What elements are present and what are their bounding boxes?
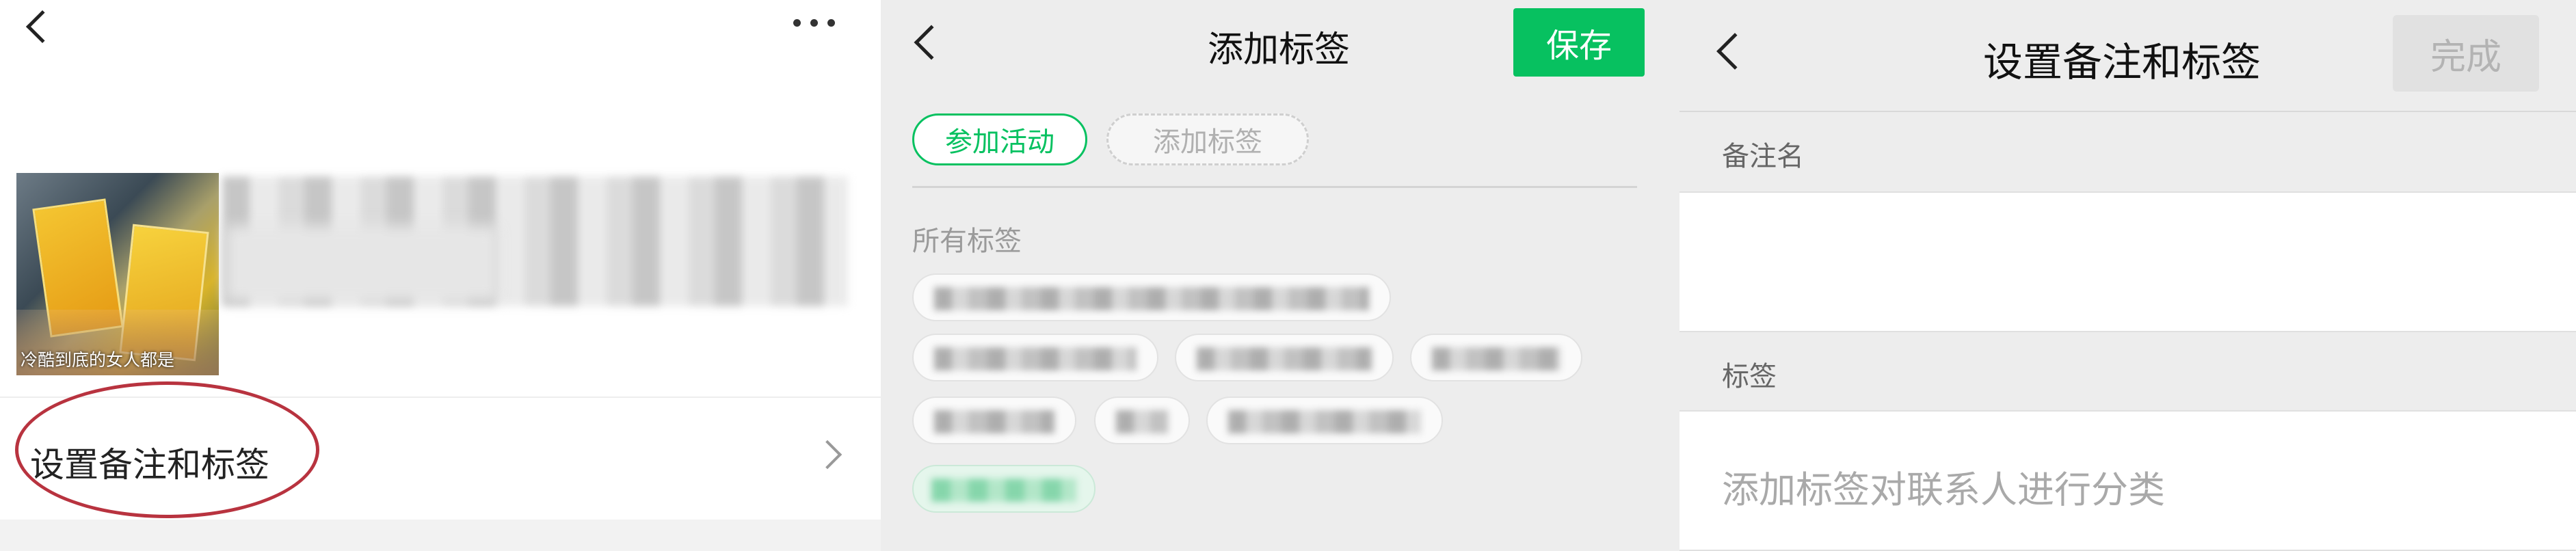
screenshot-stage: 冷酷到底的女人都是 设置备注和标签 添加标签 保存 参加活动 添加标签 所有标签… xyxy=(0,0,2576,551)
page-title: 设置备注和标签 xyxy=(1983,39,2261,85)
section-divider xyxy=(0,520,881,551)
done-button[interactable]: 完成 xyxy=(2393,15,2539,92)
dot xyxy=(810,19,818,27)
blurred-tag-chip[interactable] xyxy=(912,334,1158,381)
contact-profile-panel: 冷酷到底的女人都是 设置备注和标签 xyxy=(0,0,881,551)
add-tag-input[interactable]: 添加标签 xyxy=(1106,113,1309,165)
tags-field[interactable]: 添加标签对联系人进行分类 xyxy=(1679,410,2576,551)
dot xyxy=(827,19,835,27)
dot xyxy=(793,19,801,27)
back-chevron-icon[interactable] xyxy=(25,10,59,44)
highlight-circle-annotation xyxy=(15,381,319,518)
blurred-tag-chip[interactable] xyxy=(912,397,1076,444)
blurred-tag-chip[interactable] xyxy=(1206,397,1443,444)
more-dots-icon[interactable] xyxy=(793,19,835,27)
blurred-tag-chip[interactable] xyxy=(912,273,1391,321)
divider xyxy=(1679,111,2576,112)
save-button[interactable]: 保存 xyxy=(1513,8,1645,77)
tags-section-label: 标签 xyxy=(1722,361,1777,392)
blurred-tag-chip-selected[interactable] xyxy=(912,465,1096,513)
remark-and-tags-panel: 设置备注和标签 完成 备注名 标签 添加标签对联系人进行分类 xyxy=(1679,0,2576,551)
page-title: 添加标签 xyxy=(1208,29,1351,70)
blurred-contact-info xyxy=(226,226,499,301)
selected-tag-chip[interactable]: 参加活动 xyxy=(912,113,1087,165)
back-chevron-icon[interactable] xyxy=(1716,33,1753,70)
remark-name-field[interactable] xyxy=(1679,191,2576,332)
blurred-tag-chip[interactable] xyxy=(1094,397,1190,444)
back-chevron-icon[interactable] xyxy=(914,25,949,60)
blurred-tag-chip[interactable] xyxy=(1410,334,1582,381)
tags-placeholder: 添加标签对联系人进行分类 xyxy=(1722,468,2165,511)
blurred-tag-chip[interactable] xyxy=(1175,334,1394,381)
avatar[interactable]: 冷酷到底的女人都是 xyxy=(16,173,219,375)
avatar-caption: 冷酷到底的女人都是 xyxy=(21,350,175,370)
all-tags-label: 所有标签 xyxy=(912,226,1022,257)
add-tags-panel: 添加标签 保存 参加活动 添加标签 所有标签 xyxy=(881,0,1679,551)
divider xyxy=(912,186,1637,188)
remark-section-label: 备注名 xyxy=(1722,141,1804,172)
